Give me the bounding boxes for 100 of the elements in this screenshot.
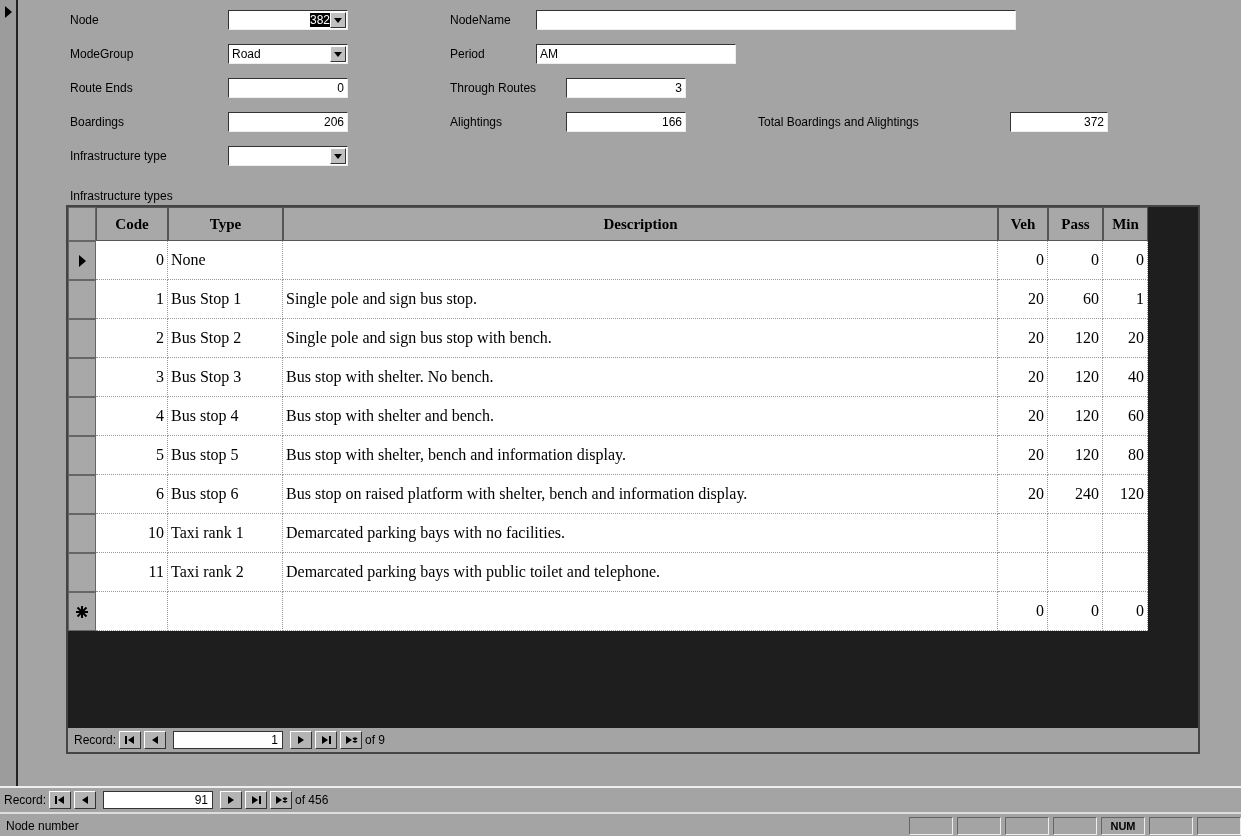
table-cell: 0 (1048, 241, 1103, 280)
record-number-field[interactable]: 1 (173, 731, 284, 749)
previous-record-button[interactable] (144, 731, 167, 749)
table-cell: Bus stop 6 (168, 475, 283, 514)
table-cell: Bus stop with shelter and bench. (283, 397, 998, 436)
table-cell: 0 (1103, 241, 1148, 280)
table-cell: 240 (1048, 475, 1103, 514)
table-cell: 1 (1103, 280, 1148, 319)
table-cell (998, 514, 1048, 553)
table-cell: 4 (96, 397, 168, 436)
table-cell: Bus Stop 1 (168, 280, 283, 319)
field-label: ModeGroup (70, 47, 135, 61)
dropdown-field[interactable]: 382 (228, 10, 348, 30)
field-label: Alightings (450, 115, 504, 129)
table-cell: 11 (96, 553, 168, 592)
table-cell: Single pole and sign bus stop with bench. (283, 319, 998, 358)
status-panel (957, 817, 1001, 835)
table-cell: Bus Stop 2 (168, 319, 283, 358)
column-header[interactable]: Pass (1048, 207, 1103, 241)
table-cell: 20 (998, 358, 1048, 397)
status-panel (1149, 817, 1193, 835)
table-cell (96, 592, 168, 631)
triangle-asterisk-icon (274, 795, 288, 805)
record-label: Record: (74, 733, 117, 747)
input-field[interactable]: 372 (1010, 112, 1108, 132)
table-cell: Bus stop with shelter. No bench. (283, 358, 998, 397)
column-header[interactable]: Description (283, 207, 998, 241)
first-record-button[interactable] (119, 731, 142, 749)
column-header[interactable]: Min (1103, 207, 1148, 241)
table-cell: 20 (998, 475, 1048, 514)
status-panel (1053, 817, 1097, 835)
table-cell: Taxi rank 1 (168, 514, 283, 553)
table-cell: Demarcated parking bays with public toilet and telephone. (283, 553, 998, 592)
bar-left-triangle-icon (53, 795, 67, 805)
right-triangle-bar-icon (319, 735, 333, 745)
column-header[interactable]: Type (168, 207, 283, 241)
next-record-button[interactable] (220, 791, 243, 809)
last-record-button[interactable] (245, 791, 268, 809)
record-count: of 9 (365, 733, 386, 747)
input-field[interactable] (536, 10, 1016, 30)
status-panel (1005, 817, 1049, 835)
table-cell: Single pole and sign bus stop. (283, 280, 998, 319)
new-record-button[interactable] (340, 731, 363, 749)
status-text: Node number (6, 819, 80, 833)
input-field[interactable]: 0 (228, 78, 348, 98)
row-selector[interactable] (68, 241, 96, 280)
table-cell: Demarcated parking bays with no facilities. (283, 514, 998, 553)
input-field[interactable]: AM (536, 44, 736, 64)
table-cell (1048, 514, 1103, 553)
table-cell: Bus stop on raised platform with shelter, bench and information display. (283, 475, 998, 514)
field-label: NodeName (450, 13, 512, 27)
row-selector[interactable] (68, 592, 96, 631)
previous-record-button[interactable] (74, 791, 97, 809)
dropdown-field[interactable]: Road (228, 44, 348, 64)
table-cell: 0 (1048, 592, 1103, 631)
record-count: of 456 (295, 793, 329, 807)
field-label: Boardings (70, 115, 126, 129)
first-record-button[interactable] (49, 791, 72, 809)
table-cell: Bus Stop 3 (168, 358, 283, 397)
table-cell: 1 (96, 280, 168, 319)
table-cell: Taxi rank 2 (168, 553, 283, 592)
last-record-button[interactable] (315, 731, 338, 749)
record-number-field[interactable]: 91 (103, 791, 214, 809)
table-cell: Bus stop with shelter, bench and information display. (283, 436, 998, 475)
column-header[interactable]: Code (96, 207, 168, 241)
input-field[interactable]: 206 (228, 112, 348, 132)
table-cell: 60 (1103, 397, 1148, 436)
table-cell: 120 (1048, 319, 1103, 358)
table-cell: 120 (1048, 397, 1103, 436)
table-cell: 20 (998, 319, 1048, 358)
table-cell: 0 (998, 592, 1048, 631)
table-cell: 60 (1048, 280, 1103, 319)
table-cell: 20 (998, 436, 1048, 475)
triangle-asterisk-icon (344, 735, 358, 745)
current-record-icon (78, 254, 86, 267)
field-label: Total Boardings and Alightings (758, 115, 920, 129)
dropdown-field[interactable] (228, 146, 348, 166)
table-cell: Bus stop 4 (168, 397, 283, 436)
status-panel (909, 817, 953, 835)
input-field[interactable]: 166 (566, 112, 686, 132)
column-header[interactable]: Veh (998, 207, 1048, 241)
table-cell (1103, 553, 1148, 592)
field-label: Infrastructure type (70, 149, 168, 163)
bar-left-triangle-icon (123, 735, 137, 745)
table-cell: 0 (96, 241, 168, 280)
field-label: Period (450, 47, 486, 61)
table-cell (998, 553, 1048, 592)
table-cell: 20 (1103, 319, 1148, 358)
table-cell: 120 (1048, 436, 1103, 475)
table-cell: 0 (998, 241, 1048, 280)
next-record-button[interactable] (290, 731, 313, 749)
new-record-icon (76, 605, 88, 618)
status-panel (1197, 817, 1241, 835)
table-cell (1103, 514, 1148, 553)
table-cell: 5 (96, 436, 168, 475)
input-field[interactable]: 3 (566, 78, 686, 98)
table-cell: Bus stop 5 (168, 436, 283, 475)
field-label: Node (70, 13, 100, 27)
status-indicator: NUM (1101, 817, 1145, 835)
new-record-button[interactable] (270, 791, 293, 809)
